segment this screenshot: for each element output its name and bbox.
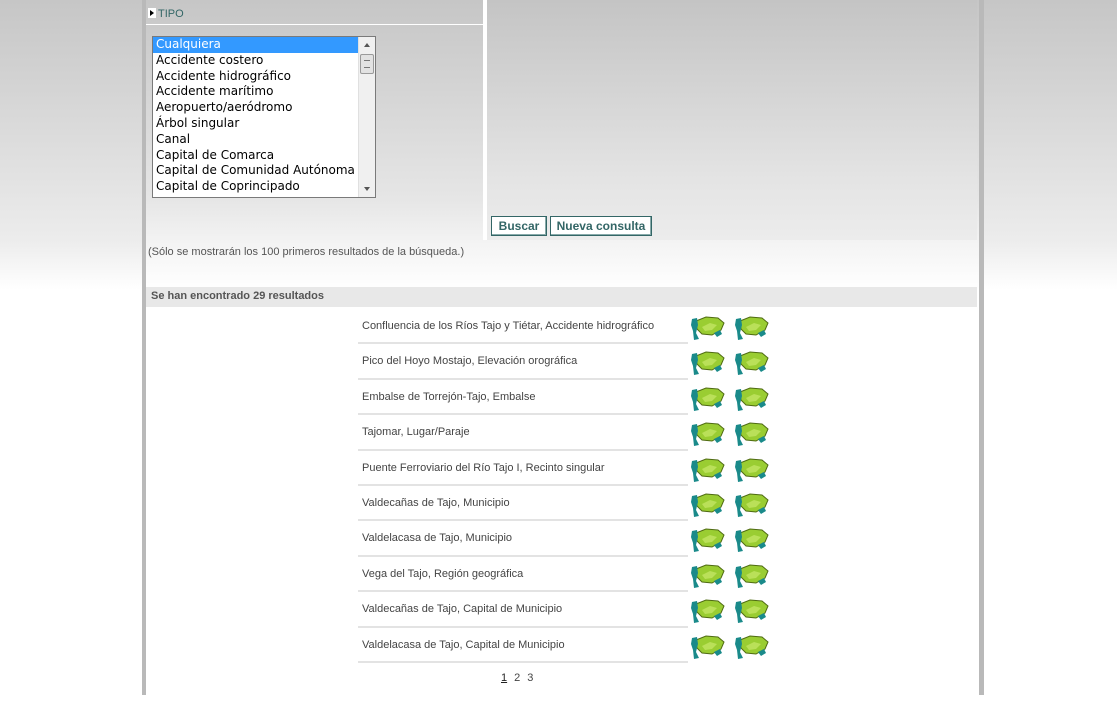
map-locate-icon[interactable] [734,632,770,660]
map-view-icon[interactable] [690,384,726,412]
listbox-option[interactable]: Capital de Coprincipado [153,179,358,195]
listbox-option[interactable]: Capital de Comarca [153,148,358,164]
listbox-option[interactable]: Accidente costero [153,53,358,69]
map-view-icon[interactable] [690,632,726,660]
right-gutter [984,0,1117,707]
pagination: 123 [501,672,540,684]
listbox-option[interactable]: Canal [153,132,358,148]
map-locate-icon[interactable] [734,490,770,518]
result-name[interactable]: Puente Ferroviario del Río Tajo I, Recin… [362,462,605,474]
result-row: Valdecañas de Tajo, Municipio [358,486,778,522]
left-frame-border [142,0,146,695]
map-view-icon[interactable] [690,596,726,624]
result-name[interactable]: Vega del Tajo, Región geográfica [362,568,523,580]
tipo-section-header[interactable]: TIPO [148,8,184,20]
listbox-option[interactable]: Capital de Comunidad Autónoma [153,163,358,179]
map-locate-icon[interactable] [734,525,770,553]
scroll-thumb[interactable] [360,54,374,74]
search-button[interactable]: Buscar [491,216,547,236]
scroll-down-arrow-icon[interactable] [359,181,375,197]
results-list: Confluencia de los Ríos Tajo y Tiétar, A… [358,309,778,663]
result-name[interactable]: Pico del Hoyo Mostajo, Elevación orográf… [362,355,577,367]
result-name[interactable]: Valdelacasa de Tajo, Capital de Municipi… [362,639,565,651]
map-locate-icon[interactable] [734,455,770,483]
new-query-button[interactable]: Nueva consulta [550,216,652,236]
result-row: Pico del Hoyo Mostajo, Elevación orográf… [358,344,778,380]
result-row: Valdecañas de Tajo, Capital de Municipio [358,592,778,628]
map-view-icon[interactable] [690,419,726,447]
results-count-bar: Se han encontrado 29 resultados [146,287,977,307]
result-name[interactable]: Valdecañas de Tajo, Municipio [362,497,510,509]
map-locate-icon[interactable] [734,348,770,376]
listbox-option[interactable]: Árbol singular [153,116,358,132]
pane-divider [483,0,487,240]
listbox-option[interactable]: Cualquiera [153,37,358,53]
result-row: Puente Ferroviario del Río Tajo I, Recin… [358,451,778,486]
map-view-icon[interactable] [690,561,726,589]
result-name[interactable]: Embalse de Torrejón-Tajo, Embalse [362,391,535,403]
map-locate-icon[interactable] [734,419,770,447]
map-view-icon[interactable] [690,313,726,341]
result-row: Confluencia de los Ríos Tajo y Tiétar, A… [358,309,778,345]
right-frame-border [979,0,984,695]
map-locate-icon[interactable] [734,384,770,412]
row-separator [358,660,688,663]
map-locate-icon[interactable] [734,561,770,589]
listbox-scrollbar[interactable] [358,37,375,197]
listbox-option[interactable]: Accidente hidrográfico [153,69,358,85]
map-locate-icon[interactable] [734,313,770,341]
result-name[interactable]: Tajomar, Lugar/Paraje [362,426,470,438]
result-name[interactable]: Valdelacasa de Tajo, Municipio [362,532,512,544]
map-locate-icon[interactable] [734,596,770,624]
page-link-2[interactable]: 2 [514,672,520,684]
result-row: Vega del Tajo, Región geográfica [358,557,778,593]
map-view-icon[interactable] [690,490,726,518]
map-view-icon[interactable] [690,525,726,553]
result-row: Valdelacasa de Tajo, Capital de Municipi… [358,628,778,663]
left-gutter [0,0,142,707]
tipo-label: TIPO [158,8,184,20]
page-link-1[interactable]: 1 [501,672,507,684]
result-row: Valdelacasa de Tajo, Municipio [358,521,778,557]
map-view-icon[interactable] [690,348,726,376]
tipo-listbox[interactable]: Cualquiera Accidente costero Accidente hid… [152,36,376,198]
results-count-text: Se han encontrado 29 resultados [151,290,324,302]
section-divider [146,24,483,25]
result-row: Embalse de Torrejón-Tajo, Embalse [358,380,778,416]
result-row: Tajomar, Lugar/Paraje [358,415,778,451]
results-limit-note: (Sólo se mostrarán los 100 primeros resu… [148,246,465,258]
scroll-up-arrow-icon[interactable] [359,37,375,53]
result-name[interactable]: Confluencia de los Ríos Tajo y Tiétar, A… [362,320,654,332]
map-view-icon[interactable] [690,455,726,483]
expand-arrow-icon [148,8,156,19]
listbox-option[interactable]: Aeropuerto/aeródromo [153,100,358,116]
result-name[interactable]: Valdecañas de Tajo, Capital de Municipio [362,603,562,615]
right-pane [487,0,977,240]
listbox-option[interactable]: Accidente marítimo [153,84,358,100]
page-link-3[interactable]: 3 [527,672,533,684]
